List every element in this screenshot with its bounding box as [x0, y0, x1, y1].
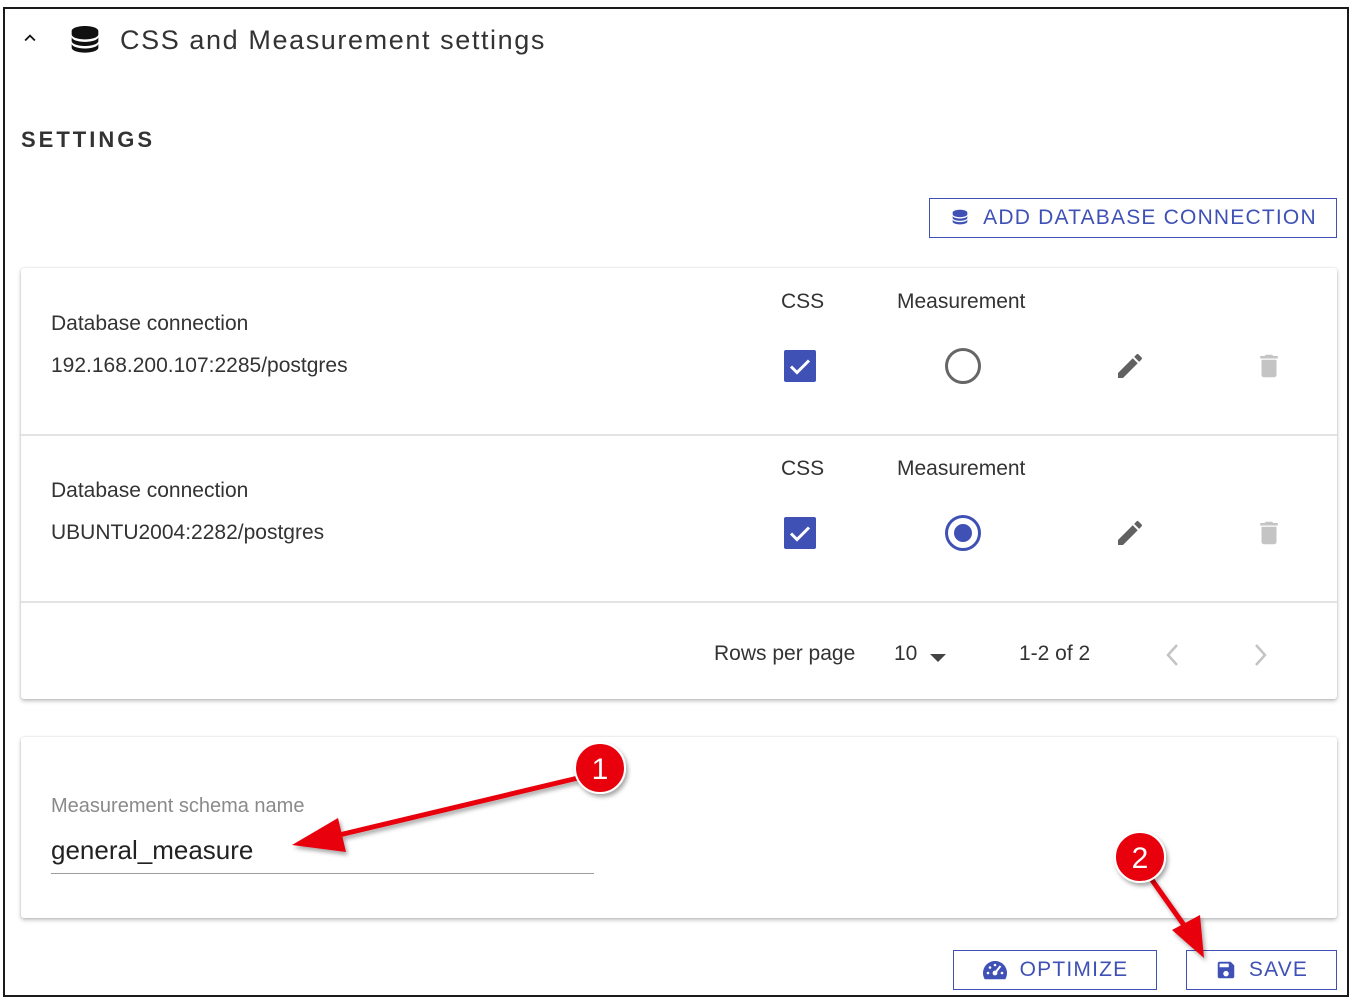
connection-label: Database connection — [51, 479, 249, 502]
css-checkbox[interactable] — [783, 516, 817, 550]
panel-header[interactable]: CSS and Measurement settings — [5, 9, 1347, 69]
chevron-up-icon[interactable] — [19, 27, 41, 49]
table-row: Database connection UBUNTU2004:2282/post… — [21, 435, 1337, 603]
add-database-connection-label: ADD DATABASE CONNECTION — [983, 206, 1317, 229]
schema-name-input[interactable] — [51, 827, 594, 874]
edit-pencil-icon[interactable] — [1114, 350, 1146, 382]
delete-trash-icon[interactable] — [1254, 517, 1284, 549]
connection-value: 192.168.200.107:2285/postgres — [51, 354, 348, 377]
schema-name-label: Measurement schema name — [51, 795, 305, 817]
measurement-column-header: Measurement — [897, 290, 1026, 313]
rows-per-page-select[interactable]: 10 — [894, 642, 917, 666]
optimize-label: OPTIMIZE — [1019, 958, 1129, 981]
dropdown-caret-icon[interactable] — [929, 652, 947, 664]
css-column-header: CSS — [781, 290, 825, 313]
measurement-column-header: Measurement — [897, 457, 1026, 480]
connection-label: Database connection — [51, 312, 249, 335]
connections-table: Database connection 192.168.200.107:2285… — [21, 268, 1337, 699]
pagination-range: 1-2 of 2 — [1019, 642, 1091, 665]
floppy-disk-icon — [1217, 961, 1235, 979]
save-label: SAVE — [1248, 958, 1309, 981]
section-title: SETTINGS — [21, 127, 156, 152]
table-pagination: Rows per page 10 1-2 of 2 — [21, 602, 1337, 699]
settings-panel: CSS and Measurement settings SETTINGS AD… — [3, 7, 1349, 997]
rows-per-page-label: Rows per page — [714, 642, 856, 665]
speedometer-icon — [982, 961, 1007, 980]
panel-title: CSS and Measurement settings — [120, 25, 546, 55]
optimize-button[interactable]: OPTIMIZE — [953, 950, 1157, 990]
css-checkbox[interactable] — [783, 349, 817, 383]
database-icon — [952, 209, 968, 225]
chevron-right-icon[interactable] — [1250, 642, 1270, 668]
measurement-radio[interactable] — [944, 514, 982, 552]
measurement-radio[interactable] — [944, 347, 982, 385]
database-icon — [71, 26, 99, 53]
schema-card: Measurement schema name — [21, 737, 1337, 918]
delete-trash-icon[interactable] — [1254, 350, 1284, 382]
connection-value: UBUNTU2004:2282/postgres — [51, 521, 325, 544]
add-database-connection-button[interactable]: ADD DATABASE CONNECTION — [929, 198, 1337, 238]
chevron-left-icon[interactable] — [1163, 642, 1183, 668]
edit-pencil-icon[interactable] — [1114, 517, 1146, 549]
save-button[interactable]: SAVE — [1186, 950, 1337, 990]
table-row: Database connection 192.168.200.107:2285… — [21, 268, 1337, 436]
css-column-header: CSS — [781, 457, 825, 480]
